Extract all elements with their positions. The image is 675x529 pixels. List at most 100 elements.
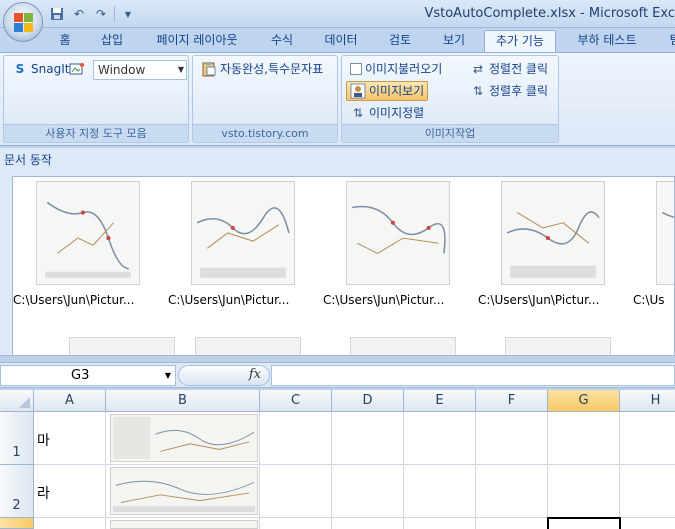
cell-a2[interactable]: 라 xyxy=(37,483,50,503)
gridline xyxy=(34,464,675,465)
snagit-button[interactable]: S SnagIt xyxy=(8,59,73,79)
gridline xyxy=(403,412,404,529)
load-images-button[interactable]: 이미지불러오기 xyxy=(346,59,446,79)
tab-home[interactable]: 홈 xyxy=(50,30,80,52)
after-sort-button[interactable]: ⇅ 정렬후 클릭 xyxy=(466,81,552,101)
tab-load-test[interactable]: 부하 테스트 xyxy=(566,30,648,52)
column-header[interactable]: E xyxy=(404,390,476,412)
gridline xyxy=(331,412,332,529)
tab-formulas[interactable]: 수식 xyxy=(262,30,302,52)
tab-review[interactable]: 검토 xyxy=(380,30,420,52)
image-thumbnail[interactable]: C:\Us xyxy=(633,181,674,307)
window-title: VstoAutoComplete.xlsx - Microsoft Exc xyxy=(424,6,675,21)
gridline xyxy=(619,412,620,529)
ribbon-tabs: 홈 삽입 페이지 레이아웃 수식 데이터 검토 보기 추가 기능 부하 테스트 … xyxy=(0,28,675,52)
vsto-group: 자동완성,특수문자표 vsto.tistory.com xyxy=(192,55,338,143)
map-image xyxy=(656,181,674,285)
tab-page-layout[interactable]: 페이지 레이아웃 xyxy=(146,30,248,52)
sort-icon: ⇅ xyxy=(352,106,364,120)
redo-icon[interactable]: ↷ xyxy=(92,5,110,23)
thumbnail-caption: C:\Users\Jun\Pictur... xyxy=(13,293,135,307)
group-label: vsto.tistory.com xyxy=(193,124,337,142)
sort-before-icon: ⇄ xyxy=(472,62,484,76)
formula-input[interactable] xyxy=(271,365,675,386)
snagit-capture-button[interactable] xyxy=(68,59,86,79)
thumbnail-caption: C:\Users\Jun\Pictur... xyxy=(323,293,445,307)
customize-qat-icon[interactable]: ▼ xyxy=(119,5,137,23)
row-header[interactable]: 1 xyxy=(0,412,34,465)
thumbnail-caption: C:\Us xyxy=(633,293,665,307)
map-image xyxy=(501,181,605,285)
tab-view[interactable]: 보기 xyxy=(434,30,474,52)
map-image[interactable] xyxy=(110,520,258,529)
column-header[interactable]: B xyxy=(106,390,260,412)
row-header[interactable]: 2 xyxy=(0,465,34,518)
tab-add-ins[interactable]: 추가 기능 xyxy=(484,30,556,52)
custom-toolbar-group: S SnagIt Window ▼ 사용자 지정 도구 모음 xyxy=(3,55,189,143)
group-label: 사용자 지정 도구 모음 xyxy=(4,124,188,142)
map-image[interactable] xyxy=(110,467,258,515)
ribbon: S SnagIt Window ▼ 사용자 지정 도구 모음 자동완성,특수문자… xyxy=(0,52,675,146)
image-thumbnail-partial[interactable] xyxy=(69,337,175,355)
column-header[interactable]: A xyxy=(34,390,106,412)
tab-team[interactable]: 팀 xyxy=(660,30,675,52)
gridline xyxy=(259,412,260,529)
quick-access-toolbar: ↶ ↷ ▼ xyxy=(48,4,137,24)
load-images-checkbox[interactable] xyxy=(350,63,362,75)
image-thumbnail[interactable]: C:\Users\Jun\Pictur... xyxy=(13,181,163,307)
sort-after-icon: ⇅ xyxy=(472,84,484,98)
office-logo-icon xyxy=(14,13,33,32)
view-images-button[interactable]: 이미지보기 xyxy=(346,81,429,101)
chevron-down-icon[interactable]: ▼ xyxy=(165,366,171,385)
gridline xyxy=(475,412,476,529)
undo-icon[interactable]: ↶ xyxy=(70,5,88,23)
snagit-icon: S xyxy=(15,62,25,76)
image-gallery[interactable]: C:\Users\Jun\Pictur... C:\Users\Jun\Pict… xyxy=(12,176,675,356)
snagit-profile-combo[interactable]: Window ▼ xyxy=(93,60,187,80)
user-icon xyxy=(350,83,366,99)
title-bar: ↶ ↷ ▼ VstoAutoComplete.xlsx - Microsoft … xyxy=(0,0,675,42)
map-image xyxy=(36,181,140,285)
image-thumbnail[interactable]: C:\Users\Jun\Pictur... xyxy=(478,181,628,307)
capture-icon xyxy=(69,61,85,77)
image-thumbnail[interactable]: C:\Users\Jun\Pictur... xyxy=(168,181,318,307)
map-image xyxy=(346,181,450,285)
column-header-selected[interactable]: G xyxy=(548,390,620,412)
before-sort-button[interactable]: ⇄ 정렬전 클릭 xyxy=(466,59,552,79)
thumbnail-caption: C:\Users\Jun\Pictur... xyxy=(478,293,600,307)
pane-title: 문서 동작 xyxy=(4,153,52,167)
column-header[interactable]: D xyxy=(332,390,404,412)
tab-data[interactable]: 데이터 xyxy=(316,30,366,52)
group-label: 이미지작업 xyxy=(342,124,558,142)
office-button[interactable] xyxy=(3,2,43,42)
column-header[interactable]: H xyxy=(620,390,675,412)
image-work-group: 이미지불러오기 이미지보기 ⇅ 이미지정렬 ⇄ 정렬전 클릭 ⇅ 정렬후 클릭 … xyxy=(341,55,559,143)
insert-function-button[interactable]: fx xyxy=(178,365,270,386)
fx-icon: fx xyxy=(248,367,261,382)
cell-a1[interactable]: 마 xyxy=(37,430,50,450)
name-box[interactable]: G3 ▼ xyxy=(0,365,176,386)
image-thumbnail-partial[interactable] xyxy=(350,337,456,355)
save-icon[interactable] xyxy=(48,5,66,23)
tab-insert[interactable]: 삽입 xyxy=(92,30,132,52)
chevron-down-icon: ▼ xyxy=(177,65,184,74)
image-thumbnail-partial[interactable] xyxy=(195,337,301,355)
image-thumbnail[interactable]: C:\Users\Jun\Pictur... xyxy=(323,181,473,307)
thumbnail-caption: C:\Users\Jun\Pictur... xyxy=(168,293,290,307)
gridline xyxy=(105,412,106,529)
worksheet-grid[interactable]: A B C D E F G H 1 2 마 라 xyxy=(0,390,675,529)
map-image xyxy=(191,181,295,285)
active-cell-g3[interactable] xyxy=(547,517,621,529)
select-all-button[interactable] xyxy=(0,390,34,412)
column-header[interactable]: F xyxy=(476,390,548,412)
arrange-images-button[interactable]: ⇅ 이미지정렬 xyxy=(346,103,428,123)
image-thumbnail-partial[interactable] xyxy=(505,337,611,355)
column-header[interactable]: C xyxy=(260,390,332,412)
map-image[interactable] xyxy=(110,414,258,462)
qat-separator xyxy=(114,6,115,22)
clipboard-icon xyxy=(201,61,217,77)
formula-bar: G3 ▼ fx xyxy=(0,362,675,388)
row-header-selected[interactable] xyxy=(0,518,34,529)
gridline xyxy=(547,412,548,529)
autocomplete-button[interactable]: 자동완성,특수문자표 xyxy=(197,59,327,79)
